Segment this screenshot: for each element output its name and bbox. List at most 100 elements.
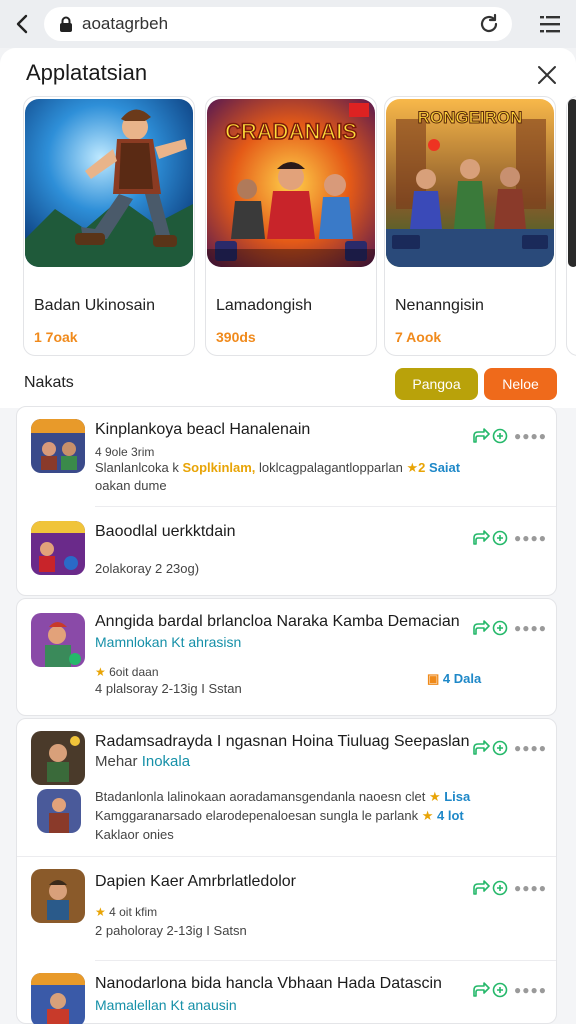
close-icon: [538, 66, 556, 84]
app-thumbnail: [31, 731, 85, 785]
add-circle-icon[interactable]: [492, 740, 508, 756]
list-item[interactable]: Anngida bardal brlancloa Naraka Kamba De…: [17, 599, 556, 717]
desc-part: loklcagpalagantlopparlan: [259, 460, 403, 475]
item-title: Baoodlal uerkktdain: [95, 523, 236, 540]
filter-button-a[interactable]: Pangoa: [395, 368, 478, 400]
share-icon[interactable]: [472, 880, 490, 896]
app-thumbnail: [31, 869, 85, 923]
app-thumbnail: [31, 521, 85, 575]
item-actions: ●●●●: [472, 619, 552, 637]
subtitle-part: Mehar: [95, 753, 138, 770]
list-item[interactable]: Dapien Kaer Amrbrlatledolor ★ 4 oit kfim…: [17, 857, 556, 961]
item-description: Slanlanlcoka k Soplkinlam, loklcagpalaga…: [95, 460, 460, 476]
card-title: Lamadongish: [216, 297, 313, 314]
more-icon[interactable]: ●●●●: [514, 621, 547, 635]
list-item[interactable]: Radamsadrayda I ngasnan Hoina Tiuluag Se…: [17, 719, 556, 857]
app-thumbnail: [31, 419, 85, 473]
star-icon: ★: [95, 665, 106, 679]
item-actions: ●●●●: [472, 427, 552, 445]
share-icon[interactable]: [472, 428, 490, 444]
item-title: Kinplankoya beacl Hanalenain: [95, 421, 311, 438]
meta-text: 4 oit kfim: [109, 905, 158, 919]
card-subtitle: 390ds: [216, 329, 256, 345]
star-icon: ★: [406, 460, 419, 475]
tag-text: 4 Dala: [442, 671, 482, 686]
more-icon[interactable]: ●●●●: [514, 531, 547, 545]
more-icon[interactable]: ●●●●: [514, 429, 547, 443]
game-art: [568, 99, 576, 267]
item-meta: 4 9ole 3rim: [95, 445, 155, 459]
desc-highlight: Soplkinlam,: [182, 460, 256, 475]
item-actions: ●●●●: [472, 879, 552, 897]
add-circle-icon[interactable]: [492, 428, 508, 444]
star-icon: ★: [95, 905, 106, 919]
item-subtitle: Mamalellan Kt anausin: [95, 997, 237, 1013]
game-art: RONGEIRON: [386, 99, 554, 267]
list-item[interactable]: Baoodlal uerkktdain 2olakoray 2 23og) ●●…: [17, 507, 556, 597]
item-description-2: Kamggaranarsado elarodepenaloesan sungla…: [95, 808, 464, 824]
more-icon[interactable]: ●●●●: [514, 741, 547, 755]
card-title: Nenanngisin: [395, 297, 484, 314]
close-button[interactable]: [534, 62, 560, 88]
url-bar[interactable]: aoatagrbeh: [44, 7, 512, 41]
card-subtitle: 7 Aook: [395, 329, 442, 345]
add-circle-icon[interactable]: [492, 530, 508, 546]
featured-card[interactable]: [566, 96, 576, 356]
item-description: Btadanlonla lalinokaan aoradamansgendanl…: [95, 789, 470, 805]
menu-icon[interactable]: [538, 13, 562, 35]
desc-part: Slanlanlcoka k: [95, 460, 179, 475]
browser-bar: aoatagrbeh: [0, 0, 576, 48]
item-meta: ★ 4 oit kfim: [95, 905, 157, 919]
art-logo-text: RONGEIRON: [418, 108, 523, 127]
game-art: [25, 99, 193, 267]
add-circle-icon[interactable]: [492, 620, 508, 636]
list-item[interactable]: Nanodarlona bida hancla Vbhaan Hada Data…: [17, 961, 556, 1024]
item-meta: 2olakoray 2 23og): [95, 561, 200, 576]
list-item[interactable]: Kinplankoya beacl Hanalenain 4 9ole 3rim…: [17, 407, 556, 507]
back-button[interactable]: [0, 0, 44, 48]
add-circle-icon[interactable]: [492, 982, 508, 998]
more-icon[interactable]: ●●●●: [514, 881, 547, 895]
more-icon[interactable]: ●●●●: [514, 983, 547, 997]
featured-card[interactable]: Badan Ukinosain 1 7oak: [23, 96, 195, 356]
item-tag: ▣ 4 Dala: [427, 671, 481, 687]
app-thumbnail: [31, 613, 85, 667]
item-description-2: oakan dume: [95, 478, 167, 493]
share-icon[interactable]: [472, 740, 490, 756]
share-icon[interactable]: [472, 982, 490, 998]
game-art: CRADANAIS: [207, 99, 375, 267]
desc-tag: Saiat: [429, 460, 461, 475]
featured-card[interactable]: RONGEIRON Nenanngisin 7 Aook: [384, 96, 556, 356]
item-subtitle: Mamnlokan Kt ahrasisn: [95, 634, 242, 650]
desc-tag: 4 lot: [436, 808, 464, 823]
item-title: Dapien Kaer Amrbrlatledolor: [95, 873, 296, 890]
art-logo-text: CRADANAIS: [225, 119, 357, 144]
list-group: Anngida bardal brlancloa Naraka Kamba De…: [16, 598, 557, 716]
subtitle-highlight: Inokala: [141, 753, 191, 770]
item-title: Anngida bardal brlancloa Naraka Kamba De…: [95, 613, 460, 630]
item-description-3: Kaklaor onies: [95, 827, 174, 842]
star-icon: ★: [421, 808, 434, 823]
share-icon[interactable]: [472, 620, 490, 636]
reload-icon[interactable]: [478, 13, 500, 35]
app-sheet: Applatatsian Badan Ukinosain 1 7oak CRAD…: [0, 48, 576, 1024]
item-actions: ●●●●: [472, 529, 552, 547]
item-title: Nanodarlona bida hancla Vbhaan Hada Data…: [95, 975, 442, 992]
item-subtitle: Mehar Inokala: [95, 753, 190, 770]
share-icon[interactable]: [472, 530, 490, 546]
featured-card[interactable]: CRADANAIS Lamadongish 390ds: [205, 96, 377, 356]
desc-part: Kamggaranarsado elarodepenaloesan sungla…: [95, 808, 419, 823]
section-label: Nakats: [24, 374, 74, 391]
sheet-title: Applatatsian: [26, 60, 148, 85]
item-meta-2: 2 paholoray 2-13ig I Satsn: [95, 923, 247, 938]
item-actions: ●●●●: [472, 739, 552, 757]
app-thumbnail: [37, 789, 81, 833]
app-thumbnail: [31, 973, 85, 1024]
item-meta-2: 4 plalsoray 2-13ig I Sstan: [95, 681, 242, 696]
item-title: Radamsadrayda I ngasnan Hoina Tiuluag Se…: [95, 733, 470, 750]
chevron-left-icon: [16, 14, 28, 34]
card-title: Badan Ukinosain: [34, 297, 155, 314]
add-circle-icon[interactable]: [492, 880, 508, 896]
url-text: aoatagrbeh: [82, 14, 169, 33]
filter-button-b[interactable]: Neloe: [484, 368, 557, 400]
